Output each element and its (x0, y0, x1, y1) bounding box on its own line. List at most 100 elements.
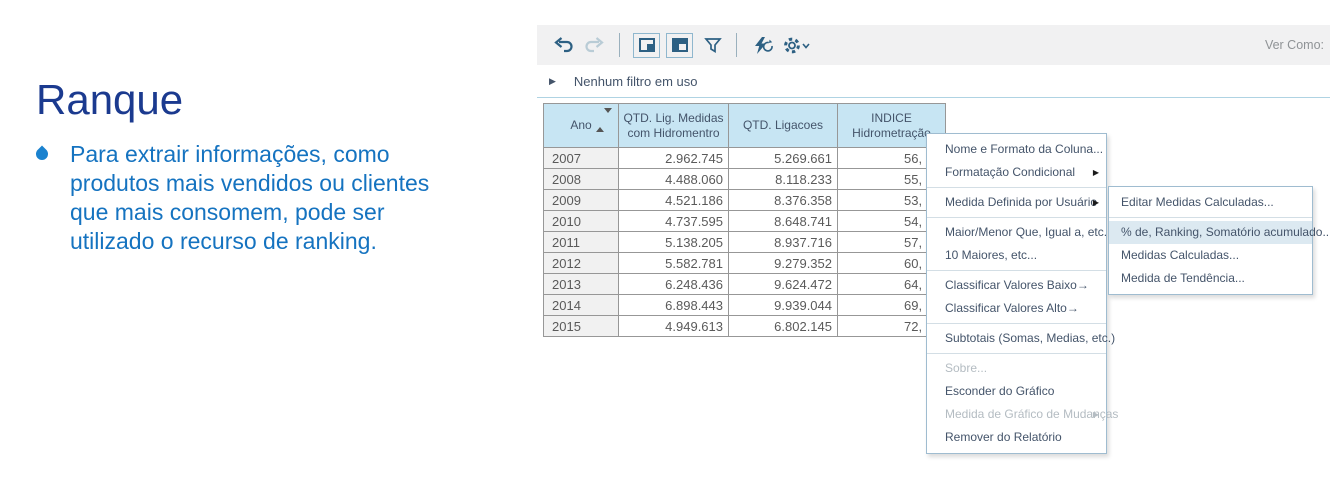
bullet-text: Para extrair informações, como produtos … (70, 140, 429, 256)
refresh-bolt-button[interactable] (751, 36, 775, 55)
filter-expander-icon[interactable]: ▶ (549, 76, 556, 87)
sort-icon[interactable] (596, 113, 612, 127)
cell-ano[interactable]: 2015 (544, 316, 619, 337)
page-title: Ranque (36, 76, 183, 124)
cell-ano[interactable]: 2014 (544, 295, 619, 316)
view-as-label: Ver Como: (1265, 38, 1324, 52)
settings-gear-button[interactable] (783, 36, 811, 55)
cell-medidas[interactable]: 4.521.186 (619, 190, 729, 211)
table-row[interactable]: 20125.582.7819.279.35260, (544, 253, 946, 274)
menu-item-label: Classificar Valores Baixo→ (945, 278, 1089, 292)
cell-ano[interactable]: 2013 (544, 274, 619, 295)
menu-separator (927, 187, 1106, 188)
cell-medidas[interactable]: 5.582.781 (619, 253, 729, 274)
pivot-table: Ano QTD. Lig. Medidas com Hidromentro QT… (543, 103, 946, 337)
menu-separator (927, 217, 1106, 218)
cell-ligacoes[interactable]: 5.269.661 (729, 148, 838, 169)
toolbar-separator (736, 33, 737, 57)
cell-medidas[interactable]: 6.248.436 (619, 274, 729, 295)
column-header-ano[interactable]: Ano (544, 104, 619, 148)
menu-item[interactable]: Editar Medidas Calculadas... (1109, 191, 1312, 214)
redo-button[interactable] (583, 37, 605, 54)
cell-ano[interactable]: 2007 (544, 148, 619, 169)
filter-bar-label: Nenhum filtro em uso (574, 74, 698, 89)
menu-item[interactable]: Classificar Valores Baixo→ (927, 274, 1106, 297)
column-header-medidas[interactable]: QTD. Lig. Medidas com Hidromentro (619, 104, 729, 148)
menu-item-label: Classificar Valores Alto→ (945, 301, 1079, 315)
cell-ligacoes[interactable]: 8.937.716 (729, 232, 838, 253)
refresh-bolt-icon (751, 36, 775, 55)
table-row[interactable]: 20094.521.1868.376.35853, (544, 190, 946, 211)
drop-bullet-icon (34, 146, 51, 163)
menu-item-label: Medida Definida por Usuário (945, 195, 1097, 209)
menu-item[interactable]: Classificar Valores Alto→ (927, 297, 1106, 320)
menu-item-label: Esconder do Gráfico (945, 384, 1054, 398)
filter-bar: ▶ Nenhum filtro em uso (537, 65, 1330, 98)
submenu-arrow-icon: ▶ (1093, 161, 1099, 184)
cell-ligacoes[interactable]: 9.939.044 (729, 295, 838, 316)
panel-layout-button[interactable] (666, 33, 693, 58)
cell-ano[interactable]: 2010 (544, 211, 619, 232)
table-body: 20072.962.7455.269.66156,20084.488.0608.… (544, 148, 946, 337)
context-submenu: Editar Medidas Calculadas... % de, Rankin… (1108, 186, 1313, 295)
cell-ligacoes[interactable]: 6.802.145 (729, 316, 838, 337)
context-menu: Nome e Formato da Coluna... Formatação Co… (926, 133, 1107, 454)
screenshot-canvas: Ranque Para extrair informações, como pr… (0, 0, 1330, 478)
cell-medidas[interactable]: 2.962.745 (619, 148, 729, 169)
cell-ano[interactable]: 2008 (544, 169, 619, 190)
panel-layout-icon (672, 38, 688, 52)
menu-item[interactable]: Sobre... (927, 357, 1106, 380)
menu-item[interactable]: Esconder do Gráfico (927, 380, 1106, 403)
menu-item[interactable]: Nome e Formato da Coluna... (927, 138, 1106, 161)
cell-ligacoes[interactable]: 8.376.358 (729, 190, 838, 211)
table-row[interactable]: 20072.962.7455.269.66156, (544, 148, 946, 169)
table-row[interactable]: 20154.949.6136.802.14572, (544, 316, 946, 337)
filter-funnel-icon (704, 37, 722, 54)
cell-medidas[interactable]: 5.138.205 (619, 232, 729, 253)
submenu-arrow-icon: ▶ (1093, 403, 1099, 426)
menu-item-label: Editar Medidas Calculadas... (1121, 195, 1274, 209)
menu-item[interactable]: Medida Definida por Usuário▶ (927, 191, 1106, 214)
panel-window-button[interactable] (633, 33, 660, 58)
menu-item[interactable]: Formatação Condicional ▶ (927, 161, 1106, 184)
menu-item-label: Nome e Formato da Coluna... (945, 142, 1103, 156)
undo-button[interactable] (553, 37, 575, 54)
filter-funnel-button[interactable] (704, 37, 722, 54)
cell-ano[interactable]: 2011 (544, 232, 619, 253)
menu-item[interactable]: Medidas Calculadas... (1109, 244, 1312, 267)
menu-item[interactable]: 10 Maiores, etc... (927, 244, 1106, 267)
menu-item-label: Formatação Condicional (945, 165, 1075, 179)
menu-item-label: Medida de Tendência... (1121, 271, 1245, 285)
menu-separator (927, 270, 1106, 271)
menu-item-label: Subtotais (Somas, Medias, etc.) (945, 331, 1115, 345)
cell-medidas[interactable]: 4.737.595 (619, 211, 729, 232)
cell-ligacoes[interactable]: 8.648.741 (729, 211, 838, 232)
menu-item[interactable]: Maior/Menor Que, Igual a, etc... (927, 221, 1106, 244)
menu-item[interactable]: Medida de Tendência... (1109, 267, 1312, 290)
table-row[interactable]: 20084.488.0608.118.23355, (544, 169, 946, 190)
menu-item-label: Remover do Relatório (945, 430, 1062, 444)
menu-item[interactable]: Remover do Relatório (927, 426, 1106, 449)
submenu-arrow-icon: ▶ (1093, 191, 1099, 214)
toolbar (537, 25, 1330, 65)
table-row[interactable]: 20115.138.2058.937.71657, (544, 232, 946, 253)
cell-ligacoes[interactable]: 9.624.472 (729, 274, 838, 295)
cell-ligacoes[interactable]: 9.279.352 (729, 253, 838, 274)
cell-ano[interactable]: 2009 (544, 190, 619, 211)
menu-item-label: Maior/Menor Que, Igual a, etc... (945, 225, 1114, 239)
menu-separator (927, 323, 1106, 324)
cell-ligacoes[interactable]: 8.118.233 (729, 169, 838, 190)
menu-item-label: Sobre... (945, 361, 987, 375)
menu-item[interactable]: Medida de Gráfico de Mudanças▶ (927, 403, 1106, 426)
column-header-ligacoes[interactable]: QTD. Ligacoes (729, 104, 838, 148)
table-row[interactable]: 20136.248.4369.624.47264, (544, 274, 946, 295)
cell-ano[interactable]: 2012 (544, 253, 619, 274)
menu-separator (1109, 217, 1312, 218)
table-row[interactable]: 20146.898.4439.939.04469, (544, 295, 946, 316)
cell-medidas[interactable]: 4.488.060 (619, 169, 729, 190)
menu-item[interactable]: Subtotais (Somas, Medias, etc.) (927, 327, 1106, 350)
cell-medidas[interactable]: 4.949.613 (619, 316, 729, 337)
table-row[interactable]: 20104.737.5958.648.74154, (544, 211, 946, 232)
cell-medidas[interactable]: 6.898.443 (619, 295, 729, 316)
menu-item[interactable]: % de, Ranking, Somatório acumulado... (1109, 221, 1312, 244)
